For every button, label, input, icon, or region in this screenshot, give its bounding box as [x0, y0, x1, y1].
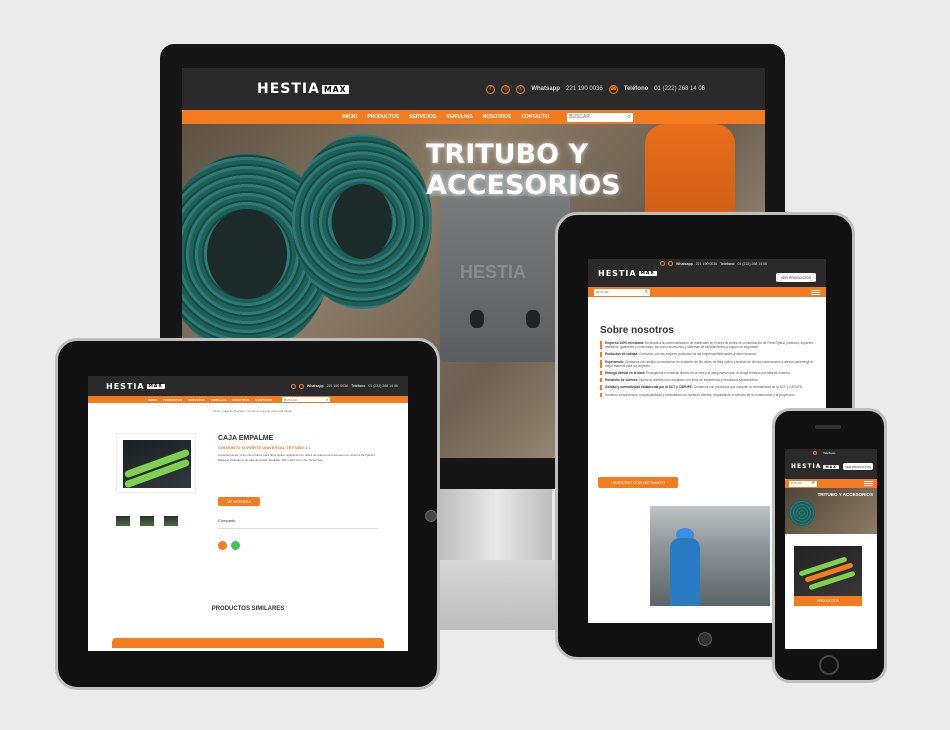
divider	[218, 528, 378, 529]
search-box: ⌕	[789, 480, 817, 487]
facebook-icon[interactable]	[660, 261, 665, 266]
products-button[interactable]: VER PRODUCTOS	[776, 273, 816, 282]
nav-ventajas[interactable]: VENTAJAS	[446, 114, 472, 120]
nav-servicios[interactable]: SERVICIOS	[188, 398, 204, 402]
search-bar: ⌕	[588, 287, 826, 297]
instagram-icon[interactable]: ◎	[501, 84, 511, 94]
share-label: Compartir	[218, 518, 236, 523]
about-item: Experiencia: Contamos con amplio conocim…	[600, 359, 814, 369]
main-nav: INICIO PRODUCTOS SERVICIOS VENTAJAS NOSO…	[88, 396, 408, 403]
breadcrumb[interactable]: Inicio / Caja de Registro / Conjunto sop…	[213, 409, 292, 413]
brand-logo[interactable]: HESTIA MAX	[106, 382, 165, 391]
product-description: Características: Unión de tritubos para …	[218, 453, 376, 462]
monitor-stand-neck	[440, 485, 552, 565]
hero-title: TRITUBO Y ACCESORIOS	[426, 139, 621, 201]
hamburger-menu-icon[interactable]	[864, 481, 873, 486]
brand-logo[interactable]: HESTIA MAX	[257, 81, 349, 97]
whatsapp-icon: ✆	[516, 84, 526, 94]
tablet-home-button	[425, 510, 437, 522]
nav-contacto[interactable]: CONTACTO	[521, 114, 549, 120]
search-input[interactable]	[596, 290, 645, 294]
product-subtitle: CONJUNTO SOPORTE UNIVERSAL TRITUBO 4 1	[218, 445, 311, 450]
thumbnail[interactable]	[116, 516, 130, 526]
phone-home-button	[819, 655, 839, 675]
search-box: ⌕	[282, 397, 331, 402]
desktop-header: HESTIA MAX f ◎ ✆ Whatsapp 221 190 0036 ☎ T…	[182, 68, 765, 110]
nav-inicio[interactable]: INICIO	[342, 114, 357, 120]
thumbnail[interactable]	[140, 516, 154, 526]
nav-productos[interactable]: PRODUCTOS	[163, 398, 182, 402]
nav-inicio[interactable]: INICIO	[148, 398, 157, 402]
about-item: Productos de calidad: Contamos con las m…	[600, 352, 814, 357]
similar-products-heading: PRODUCTOS SIMILARES	[211, 606, 285, 612]
product-detail: Inicio / Caja de Registro / Conjunto sop…	[88, 403, 408, 651]
facebook-share-icon[interactable]	[218, 541, 227, 550]
worker-photo	[650, 506, 770, 606]
product-card-label: PRODUCTOS	[794, 596, 862, 606]
brand-logo[interactable]: HESTIA MAX	[791, 463, 839, 470]
mockup-stage: HESTIA MAX f ◎ ✆ Whatsapp 221 190 0036 ☎ T…	[0, 0, 950, 730]
facebook-icon[interactable]: f	[486, 84, 496, 94]
about-item: Entrega directa en la obra: Entregamos e…	[600, 371, 814, 376]
nav-servicios[interactable]: SERVICIOS	[409, 114, 436, 120]
product-thumbnails	[116, 516, 178, 526]
phone-speaker	[815, 425, 841, 429]
hero-title: TRITUBO Y ACCESORIOS	[817, 492, 873, 497]
instagram-icon[interactable]	[298, 383, 304, 389]
instagram-icon[interactable]	[668, 261, 673, 266]
tablet-left-header: HESTIA MAX Whatsapp 221 190 0036 Teléfono 0…	[88, 376, 408, 396]
tablet-home-button	[698, 632, 712, 646]
search-icon[interactable]: ⌕	[326, 397, 328, 402]
search-icon[interactable]: ⌕	[645, 289, 648, 296]
phone-header: Teléfono HESTIA MAX VER PRODUCTOS	[785, 449, 877, 479]
tablet-right-header: Whatsapp 221 190 0036 Teléfono 01 (222) 26…	[588, 259, 826, 287]
tritubo-coil-image	[292, 134, 432, 309]
about-item: Nuestros compromisos, responsabilidad y …	[600, 392, 814, 397]
nav-nosotros[interactable]: NOSOTROS	[232, 398, 249, 402]
search-icon[interactable]: ⌕	[628, 114, 631, 121]
search-input[interactable]	[569, 114, 620, 120]
products-button[interactable]: VER PRODUCTOS	[843, 463, 873, 470]
whatsapp-share-icon[interactable]	[231, 541, 240, 550]
search-box: ⌕	[567, 112, 634, 122]
phone-hero: TRITUBO Y ACCESORIOS	[785, 488, 877, 534]
tablet-left-screen: HESTIA MAX Whatsapp 221 190 0036 Teléfono 0…	[88, 376, 408, 651]
product-card[interactable]: PRODUCTOS	[794, 546, 862, 606]
search-input[interactable]	[791, 482, 811, 485]
contact-button[interactable]: ¡NUESTRO CONTÁCTANOS!	[598, 477, 678, 488]
search-icon[interactable]: ⌕	[812, 480, 815, 487]
facebook-icon[interactable]	[813, 451, 817, 455]
header-contacts: f ◎ ✆ Whatsapp 221 190 0036 ☎ Teléfono 01 …	[486, 84, 705, 94]
hamburger-menu-icon[interactable]	[811, 289, 820, 295]
about-item: Calidad y normatividad establecida por l…	[600, 385, 814, 390]
product-image[interactable]	[116, 433, 196, 493]
nav-productos[interactable]: PRODUCTOS	[367, 114, 399, 120]
registry-box-image: HESTIA	[430, 170, 580, 362]
tablet-left: HESTIA MAX Whatsapp 221 190 0036 Teléfono 0…	[55, 338, 440, 690]
nav-ventajas[interactable]: VENTAJAS	[211, 398, 227, 402]
about-heading: Sobre nosotros	[600, 325, 674, 336]
footer-bar	[112, 638, 384, 648]
thumbnail[interactable]	[164, 516, 178, 526]
main-nav: INICIO PRODUCTOS SERVICIOS VENTAJAS NOSO…	[182, 110, 765, 124]
about-item: Portafolio de clientes: Nuestros cliente…	[600, 378, 814, 383]
facebook-icon[interactable]	[290, 383, 296, 389]
search-box: ⌕	[594, 288, 650, 296]
nav-contacto[interactable]: CONTACTO	[256, 398, 273, 402]
product-title: CAJA EMPALME	[218, 435, 274, 442]
search-input[interactable]	[284, 397, 323, 402]
nav-nosotros[interactable]: NOSOTROS	[483, 114, 512, 120]
phone-icon: ☎	[608, 84, 618, 94]
search-bar: ⌕	[785, 479, 877, 488]
interest-button[interactable]: ME INTERESA	[218, 497, 260, 506]
about-list: Empresa 100% mexicana: Dedicada a la com…	[600, 341, 814, 400]
about-item: Empresa 100% mexicana: Dedicada a la com…	[600, 341, 814, 350]
brand-logo[interactable]: HESTIA MAX	[598, 269, 657, 278]
